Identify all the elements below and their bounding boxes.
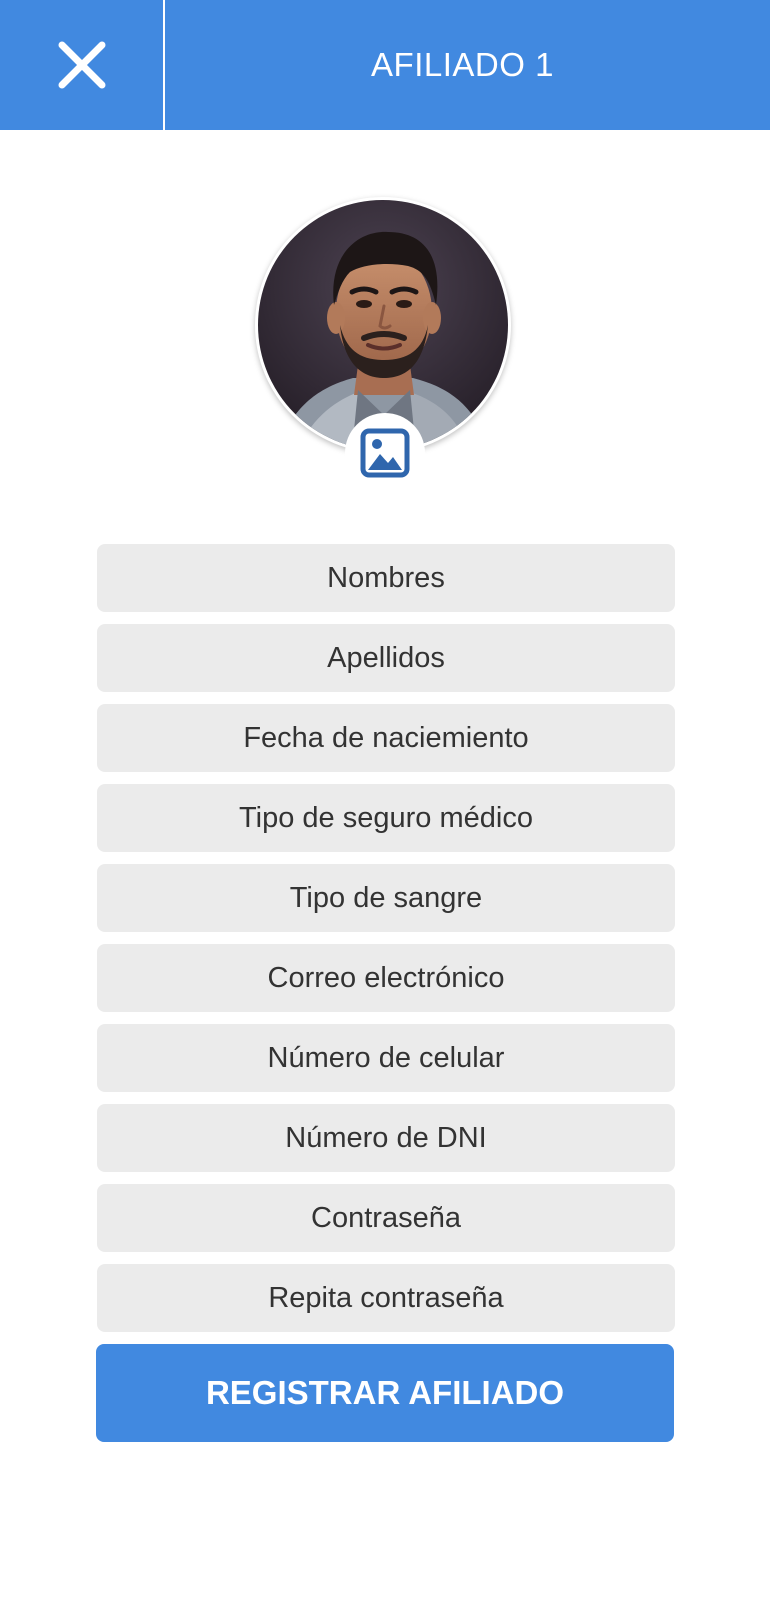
register-affiliate-button[interactable]: REGISTRAR AFILIADO bbox=[96, 1344, 674, 1442]
first-name-field[interactable]: Nombres bbox=[97, 544, 675, 612]
password-field[interactable]: Contraseña bbox=[97, 1184, 675, 1252]
repeat-password-field[interactable]: Repita contraseña bbox=[97, 1264, 675, 1332]
app-header: AFILIADO 1 bbox=[0, 0, 770, 130]
email-field[interactable]: Correo electrónico bbox=[97, 944, 675, 1012]
birth-date-field[interactable]: Fecha de naciemiento bbox=[97, 704, 675, 772]
blood-type-field[interactable]: Tipo de sangre bbox=[97, 864, 675, 932]
dni-field[interactable]: Número de DNI bbox=[97, 1104, 675, 1172]
change-photo-button[interactable] bbox=[345, 413, 425, 493]
insurance-type-field[interactable]: Tipo de seguro médico bbox=[97, 784, 675, 852]
close-icon bbox=[58, 41, 105, 89]
image-icon bbox=[360, 428, 410, 478]
close-button[interactable] bbox=[0, 0, 163, 130]
phone-field[interactable]: Número de celular bbox=[97, 1024, 675, 1092]
last-name-field[interactable]: Apellidos bbox=[97, 624, 675, 692]
affiliate-form: Nombres Apellidos Fecha de naciemiento T… bbox=[97, 544, 675, 1344]
page-title: AFILIADO 1 bbox=[371, 46, 554, 83]
